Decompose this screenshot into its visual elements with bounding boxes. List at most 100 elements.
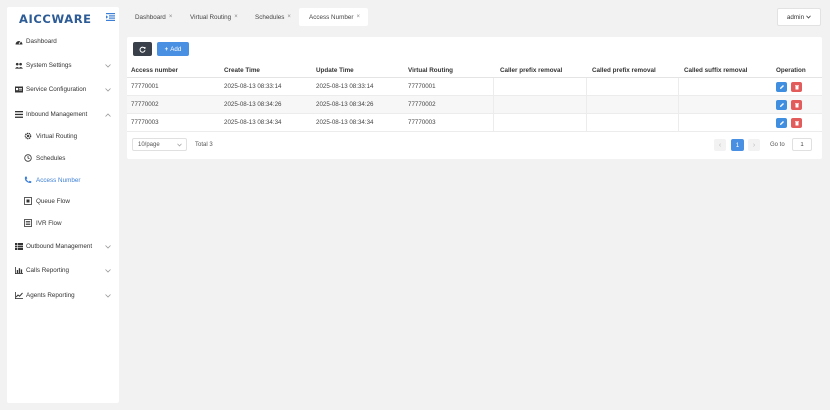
sidebar-item-label: Queue Flow: [36, 197, 70, 205]
close-icon[interactable]: ×: [234, 14, 238, 20]
pencil-icon: [779, 84, 784, 89]
sidebar-item-label: Dashboard: [26, 37, 57, 45]
edit-button[interactable]: [776, 81, 787, 92]
chevron-down-icon: [105, 268, 111, 273]
close-icon[interactable]: ×: [356, 14, 360, 20]
tab-label: Access Number: [309, 13, 354, 21]
tab-virtual-routing[interactable]: Virtual Routing ×: [185, 8, 243, 26]
sidebar-item-service-configuration[interactable]: Service Configuration: [7, 82, 119, 96]
table-cell: 77770001: [408, 83, 436, 90]
tab-dashboard[interactable]: Dashboard ×: [130, 8, 177, 26]
chevron-down-icon: [806, 15, 811, 19]
sidebar-item-schedules[interactable]: Schedules: [7, 151, 119, 165]
refresh-button[interactable]: [133, 42, 152, 56]
page-number-button[interactable]: 1: [731, 139, 744, 151]
sidebar-item-label: Calls Reporting: [26, 266, 70, 274]
gear-icon: [24, 132, 32, 140]
operation-cell: [776, 78, 806, 95]
table-cell: 2025-08-13 08:34:34: [316, 119, 374, 126]
table-row[interactable]: 77770002 2025-08-13 08:34:26 2025-08-13 …: [127, 96, 822, 114]
goto-page-input[interactable]: [792, 138, 812, 151]
goto-label: Go to: [770, 142, 785, 148]
operation-cell: [776, 114, 806, 131]
operation-cell: [776, 96, 806, 113]
pencil-icon: [779, 120, 784, 125]
column-header[interactable]: Access number: [131, 63, 178, 77]
add-button[interactable]: + Add: [157, 42, 189, 56]
list-icon: [15, 110, 23, 118]
sidebar-item-label: IVR Flow: [36, 219, 62, 227]
next-page-button[interactable]: ›: [748, 139, 760, 151]
refresh-icon: [139, 46, 146, 53]
column-header[interactable]: Called suffix removal: [684, 63, 747, 77]
dashboard-icon: [15, 37, 23, 45]
queue-icon: [24, 197, 32, 205]
tab-label: Dashboard: [135, 13, 166, 21]
menu-collapse-icon[interactable]: [106, 13, 115, 21]
cell-divider: [586, 96, 587, 113]
edit-button[interactable]: [776, 117, 787, 128]
chevron-down-icon: [105, 244, 111, 249]
user-menu[interactable]: admin: [777, 8, 821, 26]
cell-divider: [678, 114, 679, 131]
delete-button[interactable]: [791, 99, 802, 110]
username: admin: [786, 13, 805, 21]
total-count: Total 3: [195, 141, 213, 148]
chevron-down-icon: [105, 293, 111, 298]
close-icon[interactable]: ×: [169, 14, 173, 20]
column-header[interactable]: Create Time: [224, 63, 260, 77]
table-row[interactable]: 77770003 2025-08-13 08:34:34 2025-08-13 …: [127, 114, 822, 132]
tab-schedules[interactable]: Schedules ×: [250, 8, 296, 26]
page-size-select[interactable]: 10/page: [132, 138, 187, 151]
column-header[interactable]: Update Time: [316, 63, 354, 77]
sidebar-item-system-settings[interactable]: System Settings: [7, 58, 119, 72]
table-row[interactable]: 77770001 2025-08-13 08:33:14 2025-08-13 …: [127, 78, 822, 96]
column-header[interactable]: Caller prefix removal: [500, 63, 562, 77]
sidebar-item-calls-reporting[interactable]: Calls Reporting: [7, 263, 119, 277]
sidebar-item-inbound-management[interactable]: Inbound Management: [7, 107, 119, 121]
sidebar-item-label: Schedules: [36, 154, 66, 162]
sidebar-item-agents-reporting[interactable]: Agents Reporting: [7, 288, 119, 302]
chevron-down-icon: [105, 63, 111, 68]
delete-button[interactable]: [791, 117, 802, 128]
trash-icon: [794, 120, 799, 125]
pencil-icon: [779, 102, 784, 107]
sidebar: AICCWARE Dashboard System Settings Servi…: [7, 7, 119, 403]
tab-label: Schedules: [255, 13, 285, 21]
column-header[interactable]: Called prefix removal: [592, 63, 656, 77]
cell-divider: [493, 114, 494, 131]
trash-icon: [794, 102, 799, 107]
close-icon[interactable]: ×: [287, 14, 291, 20]
delete-button[interactable]: [791, 81, 802, 92]
cell-divider: [678, 96, 679, 113]
table-cell: 2025-08-13 08:34:34: [224, 119, 282, 126]
users-icon: [15, 61, 23, 69]
trash-icon: [794, 84, 799, 89]
sidebar-item-access-number[interactable]: Access Number: [7, 173, 119, 187]
phone-icon: [24, 176, 32, 184]
cell-divider: [586, 78, 587, 95]
sidebar-item-outbound-management[interactable]: Outbound Management: [7, 239, 119, 253]
sidebar-item-queue-flow[interactable]: Queue Flow: [7, 194, 119, 208]
table-cell: 77770001: [131, 83, 159, 90]
chevron-up-icon: [105, 112, 111, 117]
sidebar-item-label: Outbound Management: [26, 242, 93, 250]
sidebar-item-virtual-routing[interactable]: Virtual Routing: [7, 129, 119, 143]
edit-button[interactable]: [776, 99, 787, 110]
chevron-down-icon: [105, 87, 111, 92]
column-header[interactable]: Virtual Routing: [408, 63, 453, 77]
sidebar-item-label: Access Number: [36, 176, 81, 184]
table-list-icon: [15, 242, 23, 250]
line-chart-icon: [15, 291, 23, 299]
plus-icon: +: [164, 45, 169, 53]
table-cell: 2025-08-13 08:33:14: [316, 83, 374, 90]
table-cell: 77770002: [408, 101, 436, 108]
table-cell: 2025-08-13 08:34:26: [316, 101, 374, 108]
tab-access-number[interactable]: Access Number ×: [299, 8, 368, 26]
sidebar-item-ivr-flow[interactable]: IVR Flow: [7, 216, 119, 230]
logo-row: AICCWARE: [7, 7, 119, 29]
sidebar-item-dashboard[interactable]: Dashboard: [7, 34, 119, 48]
bar-chart-icon: [15, 266, 23, 274]
prev-page-button[interactable]: ‹: [714, 139, 726, 151]
main-panel: + Add Access number Create Time Update T…: [127, 37, 822, 159]
